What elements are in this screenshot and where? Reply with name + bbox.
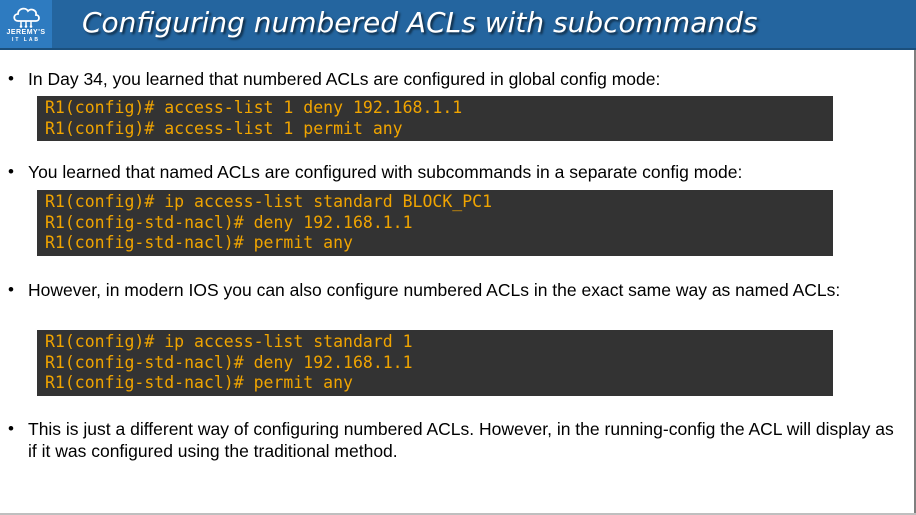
code-line: R1(config)# ip access-list standard BLOC… (45, 192, 493, 211)
bullet-dot: • (8, 280, 14, 299)
bullet-text: However, in modern IOS you can also conf… (28, 280, 841, 300)
cloud-network-icon (13, 7, 40, 28)
code-line: R1(config-std-nacl)# permit any (45, 233, 353, 252)
bullet-text: In Day 34, you learned that numbered ACL… (28, 69, 661, 89)
code-line: R1(config-std-nacl)# deny 192.168.1.1 (45, 212, 413, 232)
code-block-numbered-subcommands: R1(config)# ip access-list standard 1 R1… (37, 330, 833, 396)
title-bar: JEREMY'S IT LAB Configuring numbered ACL… (0, 0, 916, 50)
code-line: R1(config-std-nacl)# permit any (45, 373, 353, 392)
code-block-numbered-acl: R1(config)# access-list 1 deny 192.168.1… (37, 96, 833, 141)
bullet-text: This is just a different way of configur… (28, 419, 894, 461)
code-line: R1(config)# access-list 1 permit any (45, 118, 403, 138)
code-line: R1(config)# access-list 1 deny 192.168.1… (45, 98, 463, 117)
jeremys-it-lab-logo: JEREMY'S IT LAB (0, 0, 52, 48)
bullet-text: You learned that named ACLs are configur… (28, 162, 743, 182)
code-line: R1(config)# ip access-list standard 1 (45, 332, 413, 351)
bullet-dot: • (8, 419, 14, 438)
bullet-modern-ios: • However, in modern IOS you can also co… (8, 279, 888, 301)
code-line: R1(config-std-nacl)# deny 192.168.1.1 (45, 352, 413, 372)
slide-title: Configuring numbered ACLs with subcomman… (82, 6, 758, 39)
bullet-global-config: • In Day 34, you learned that numbered A… (8, 68, 898, 90)
slide: JEREMY'S IT LAB Configuring numbered ACL… (0, 0, 916, 515)
logo-text-name: JEREMY'S (6, 29, 46, 36)
bullet-named-acl: • You learned that named ACLs are config… (8, 161, 898, 183)
bullet-dot: • (8, 69, 14, 88)
bullet-running-config: • This is just a different way of config… (8, 418, 898, 462)
logo-text-sub: IT LAB (11, 37, 41, 43)
code-block-named-acl: R1(config)# ip access-list standard BLOC… (37, 190, 833, 256)
bullet-dot: • (8, 162, 14, 181)
